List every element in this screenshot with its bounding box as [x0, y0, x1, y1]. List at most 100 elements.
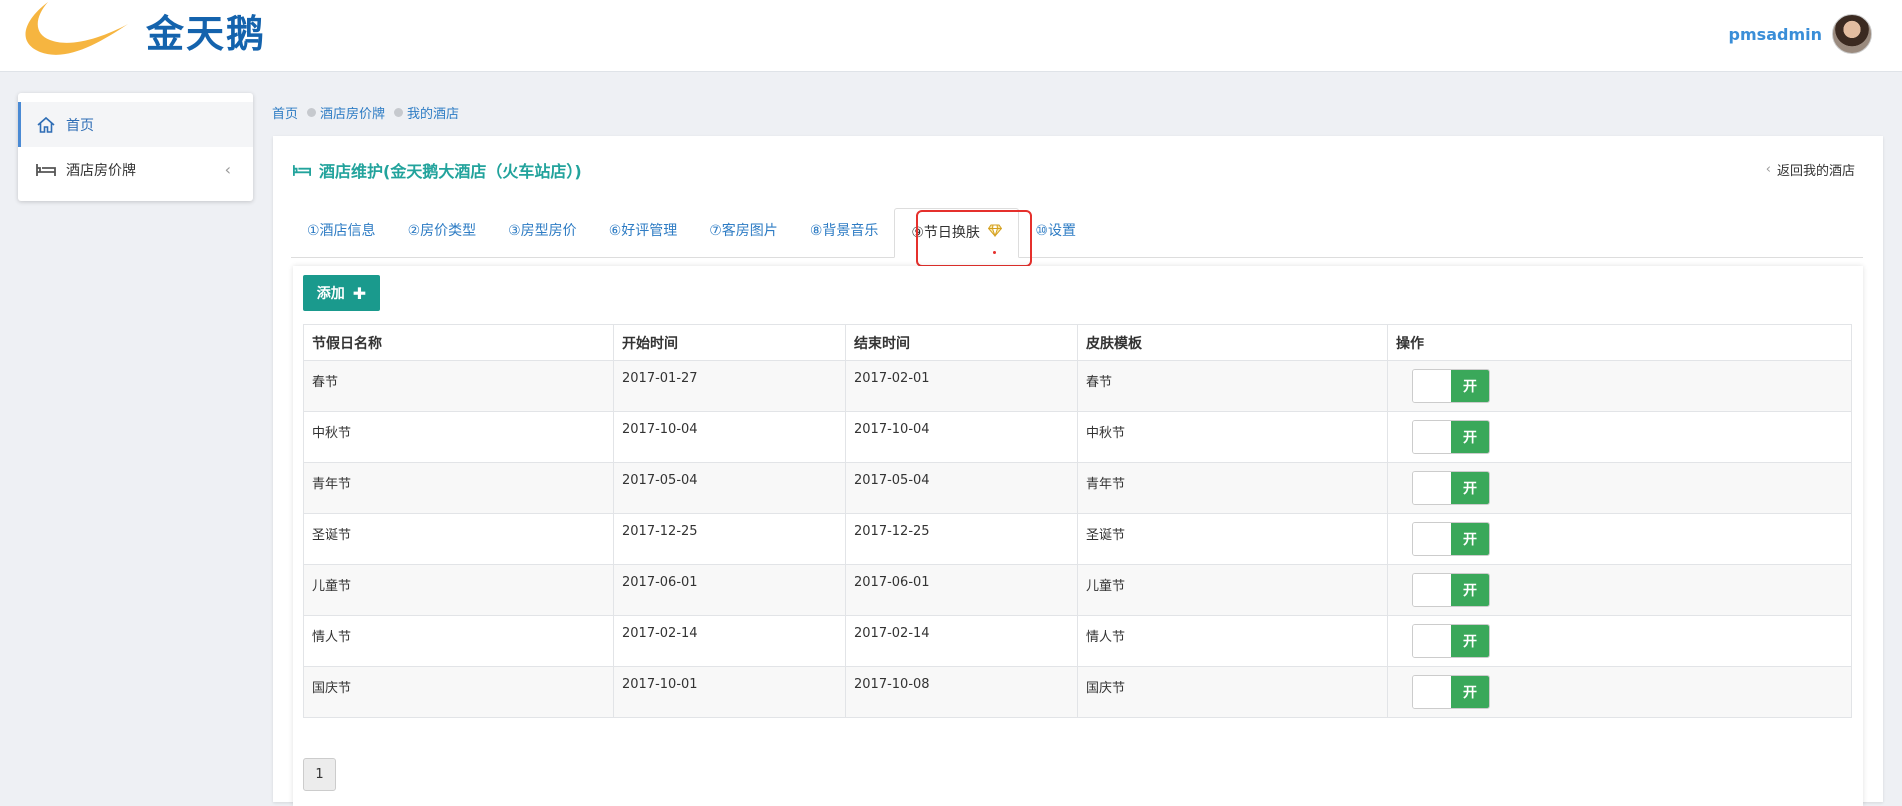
toggle-on-label: 开: [1451, 625, 1489, 657]
cell-holiday-name: 情人节: [303, 615, 614, 667]
sidebar-item-label: 首页: [66, 117, 94, 134]
sidebar-item-home[interactable]: 首页: [18, 102, 253, 147]
tab-room-type-rate[interactable]: ③房型房价: [492, 207, 593, 257]
tab-hotel-info[interactable]: ①酒店信息: [291, 207, 392, 257]
toggle-on-label: 开: [1451, 421, 1489, 453]
cell-actions: 开: [1387, 513, 1852, 565]
table-row[interactable]: 儿童节 2017-06-01 2017-06-01 儿童节 开: [303, 564, 1852, 616]
brand-logo[interactable]: 金天鹅: [18, 0, 266, 60]
annotation-dot: [993, 251, 996, 254]
tab-background-music[interactable]: ⑧背景音乐: [794, 207, 895, 257]
chevron-left-icon[interactable]: ‹: [225, 160, 231, 179]
cell-end-time: 2017-06-01: [845, 564, 1078, 616]
cell-holiday-name: 国庆节: [303, 666, 614, 718]
page-title: 酒店维护(金天鹅大酒店（火车站店）): [293, 158, 582, 182]
chevron-left-icon: ‹: [1765, 162, 1771, 177]
cell-holiday-name: 春节: [303, 360, 614, 412]
add-button[interactable]: 添加 ✚: [303, 275, 380, 311]
username[interactable]: pmsadmin: [1729, 25, 1822, 44]
toggle-on-label: 开: [1451, 472, 1489, 504]
enable-toggle[interactable]: 开: [1412, 522, 1490, 556]
toggle-on-label: 开: [1451, 574, 1489, 606]
toggle-knob: [1413, 421, 1451, 453]
toggle-knob: [1413, 625, 1451, 657]
cell-start-time: 2017-01-27: [613, 360, 846, 412]
cell-skin-template: 春节: [1077, 360, 1388, 412]
tab-holiday-skin[interactable]: ⑨节日换肤: [894, 208, 1020, 258]
sidebar: 首页 酒店房价牌 ‹: [18, 93, 253, 201]
breadcrumb-my-hotel[interactable]: 我的酒店: [407, 103, 459, 122]
add-button-label: 添加: [316, 286, 345, 302]
cell-end-time: 2017-02-14: [845, 615, 1078, 667]
cell-holiday-name: 儿童节: [303, 564, 614, 616]
tab-room-images[interactable]: ⑦客房图片: [693, 207, 794, 257]
cell-start-time: 2017-05-04: [613, 462, 846, 514]
breadcrumb-home[interactable]: 首页: [272, 103, 298, 122]
table-row[interactable]: 中秋节 2017-10-04 2017-10-04 中秋节 开: [303, 411, 1852, 463]
toggle-knob: [1413, 676, 1451, 708]
cell-skin-template: 青年节: [1077, 462, 1388, 514]
breadcrumb-separator-icon: [307, 108, 317, 117]
pagination-page-1[interactable]: 1: [303, 758, 336, 791]
column-header-start-time[interactable]: 开始时间: [613, 324, 846, 361]
table-row[interactable]: 圣诞节 2017-12-25 2017-12-25 圣诞节 开: [303, 513, 1852, 565]
cell-end-time: 2017-10-08: [845, 666, 1078, 718]
breadcrumb-room-rate-board[interactable]: 酒店房价牌: [320, 103, 385, 122]
page-title-text: 酒店维护(金天鹅大酒店（火车站店）): [319, 162, 582, 181]
table-row[interactable]: 春节 2017-01-27 2017-02-01 春节 开: [303, 360, 1852, 412]
back-to-my-hotel-link[interactable]: ‹ 返回我的酒店: [1766, 160, 1855, 179]
cell-start-time: 2017-02-14: [613, 615, 846, 667]
tab-review-management[interactable]: ⑥好评管理: [593, 207, 694, 257]
tab-settings[interactable]: ⑩设置: [1019, 207, 1092, 257]
enable-toggle[interactable]: 开: [1412, 675, 1490, 709]
cell-skin-template: 圣诞节: [1077, 513, 1388, 565]
plus-icon: ✚: [352, 283, 367, 303]
table-row[interactable]: 青年节 2017-05-04 2017-05-04 青年节 开: [303, 462, 1852, 514]
enable-toggle[interactable]: 开: [1412, 573, 1490, 607]
cell-skin-template: 国庆节: [1077, 666, 1388, 718]
cell-start-time: 2017-10-01: [613, 666, 846, 718]
cell-holiday-name: 青年节: [303, 462, 614, 514]
toggle-knob: [1413, 472, 1451, 504]
diamond-icon: [988, 209, 1003, 257]
breadcrumb: 首页 酒店房价牌 我的酒店: [272, 103, 459, 122]
enable-toggle[interactable]: 开: [1412, 624, 1490, 658]
bed-icon: [36, 163, 58, 177]
cell-actions: 开: [1387, 462, 1852, 514]
enable-toggle[interactable]: 开: [1412, 471, 1490, 505]
column-header-end-time[interactable]: 结束时间: [845, 324, 1078, 361]
toggle-on-label: 开: [1451, 370, 1489, 402]
hotel-maintenance-panel: 酒店维护(金天鹅大酒店（火车站店）) ‹ 返回我的酒店 ①酒店信息 ②房价类型 …: [273, 136, 1883, 806]
cell-holiday-name: 中秋节: [303, 411, 614, 463]
sidebar-item-label: 酒店房价牌: [66, 162, 136, 179]
enable-toggle[interactable]: 开: [1412, 420, 1490, 454]
cell-actions: 开: [1387, 411, 1852, 463]
tab-holiday-skin-label: ⑨节日换肤: [911, 225, 980, 241]
cell-end-time: 2017-02-01: [845, 360, 1078, 412]
column-header-skin-template[interactable]: 皮肤模板: [1077, 324, 1388, 361]
tab-bar: ①酒店信息 ②房价类型 ③房型房价 ⑥好评管理 ⑦客房图片 ⑧背景音乐 ⑨节日换…: [291, 208, 1863, 258]
sidebar-item-room-rate-board[interactable]: 酒店房价牌 ‹: [18, 147, 253, 192]
holiday-skin-table: 节假日名称 开始时间 结束时间 皮肤模板 操作 春节 2017-01-27 20…: [303, 324, 1852, 718]
cell-start-time: 2017-12-25: [613, 513, 846, 565]
bed-icon: [293, 164, 311, 177]
table-header-row: 节假日名称 开始时间 结束时间 皮肤模板 操作: [303, 324, 1852, 361]
cell-actions: 开: [1387, 666, 1852, 718]
cell-holiday-name: 圣诞节: [303, 513, 614, 565]
avatar[interactable]: [1832, 14, 1872, 54]
table-row[interactable]: 国庆节 2017-10-01 2017-10-08 国庆节 开: [303, 666, 1852, 718]
cell-start-time: 2017-06-01: [613, 564, 846, 616]
table-row[interactable]: 情人节 2017-02-14 2017-02-14 情人节 开: [303, 615, 1852, 667]
column-header-holiday-name[interactable]: 节假日名称: [303, 324, 614, 361]
toggle-knob: [1413, 574, 1451, 606]
back-link-label: 返回我的酒店: [1776, 164, 1855, 179]
toggle-on-label: 开: [1451, 676, 1489, 708]
cell-skin-template: 中秋节: [1077, 411, 1388, 463]
enable-toggle[interactable]: 开: [1412, 369, 1490, 403]
cell-skin-template: 情人节: [1077, 615, 1388, 667]
user-menu[interactable]: pmsadmin: [1729, 14, 1872, 54]
cell-end-time: 2017-10-04: [845, 411, 1078, 463]
cell-actions: 开: [1387, 564, 1852, 616]
cell-end-time: 2017-12-25: [845, 513, 1078, 565]
tab-rate-type[interactable]: ②房价类型: [392, 207, 493, 257]
